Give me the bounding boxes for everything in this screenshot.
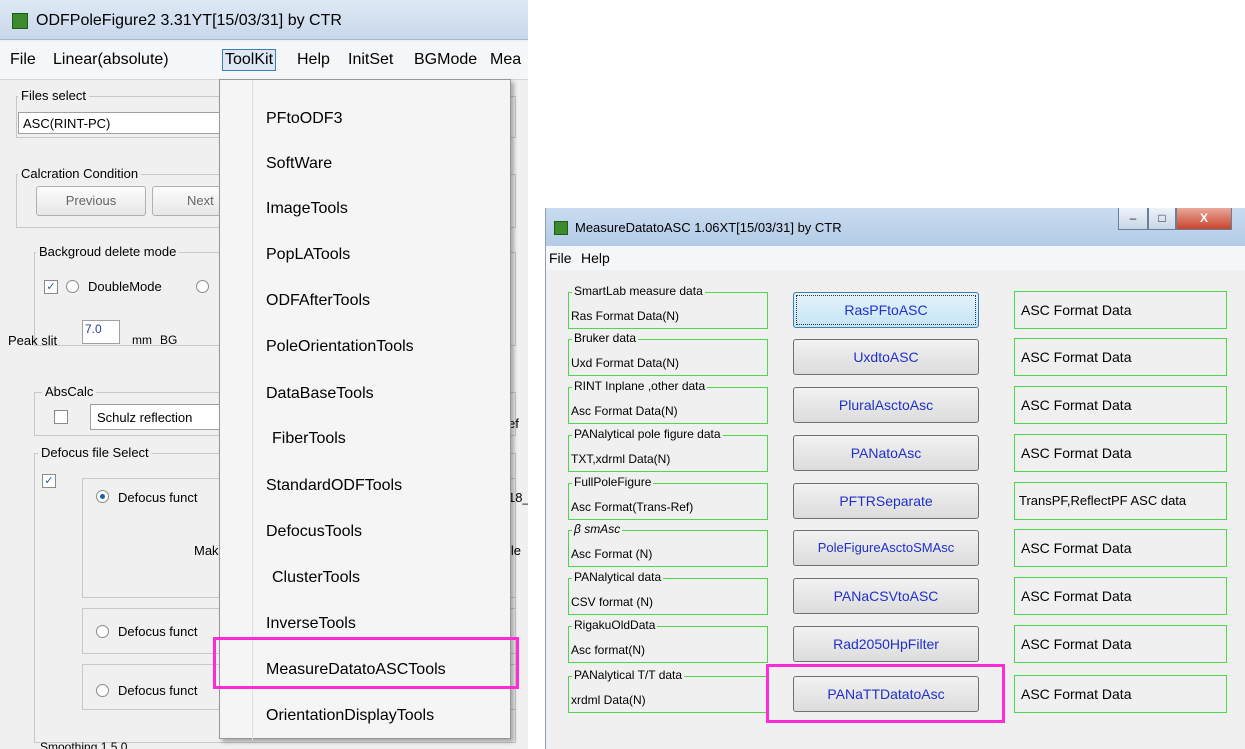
menu-help[interactable]: Help <box>297 51 330 69</box>
abscalc-checkbox[interactable] <box>54 410 68 424</box>
row-group-label: PANalytical pole figure data <box>572 427 723 441</box>
defocus-funct-label-1: Defocus funct <box>118 490 198 505</box>
menu-item-odfaftertools[interactable]: ODFAfterTools <box>266 292 370 310</box>
menu-initset[interactable]: InitSet <box>348 51 393 69</box>
pole-figure-asc-to-smasc-button[interactable]: PoleFigureAsctoSMAsc <box>793 530 979 566</box>
row-group-sub: TXT,xdrml Data(N) <box>571 452 671 466</box>
row-group-label: SmartLab measure data <box>572 284 705 298</box>
row-output-box: ASC Format Data <box>1014 386 1227 424</box>
row-group-sub: Asc Format Data(N) <box>571 404 678 418</box>
defocus-select-label: Defocus file Select <box>38 445 152 460</box>
menu-mea[interactable]: Mea <box>490 51 521 69</box>
pana-to-asc-button[interactable]: PANatoAsc <box>793 435 979 471</box>
row-group-sub: Asc Format (N) <box>571 547 653 561</box>
peak-slit-value: 7.0 <box>85 322 102 336</box>
row-group-label: Bruker data <box>572 331 639 345</box>
menu-item-defocustools[interactable]: DefocusTools <box>266 523 362 541</box>
pftr-separate-button[interactable]: PFTRSeparate <box>793 483 979 519</box>
peak-slit-unit: mm <box>132 333 152 347</box>
menu-item-inversetools[interactable]: InverseTools <box>266 615 356 633</box>
menu-item-poplatools[interactable]: PopLATools <box>266 246 350 264</box>
defocus-funct-label-2: Defocus funct <box>118 624 198 639</box>
defocus-funct-radio-3[interactable] <box>96 684 109 697</box>
defocus-frag-18: 18_ <box>508 490 528 505</box>
menu-item-pftoodf3[interactable]: PFtoODF3 <box>266 110 342 128</box>
files-select-dropdown[interactable]: ASC(RINT-PC) <box>18 112 248 134</box>
window-title: ODFPoleFigure2 3.31YT[15/03/31] by CTR <box>36 12 342 29</box>
schulz-reflection-value: Schulz reflection <box>97 410 193 425</box>
highlight-menu-item-frame <box>213 637 519 689</box>
calc-condition-label: Calcration Condition <box>18 166 142 181</box>
menu-item-databasetools[interactable]: DataBaseTools <box>266 385 374 403</box>
menu-item-software[interactable]: SoftWare <box>266 155 332 173</box>
schulz-reflection-select[interactable]: Schulz reflection <box>90 404 240 430</box>
row-group-label: RigakuOldData <box>572 618 658 632</box>
defocus-funct-label-3: Defocus funct <box>118 683 198 698</box>
row-output-box: ASC Format Data <box>1014 338 1227 376</box>
ras-pf-to-asc-button[interactable]: RasPFtoASC <box>793 292 979 328</box>
double-mode-radio[interactable] <box>66 280 79 293</box>
previous-button[interactable]: Previous <box>36 186 146 216</box>
menu-item-poleorientationtools[interactable]: PoleOrientationTools <box>266 338 414 356</box>
defocus-funct-radio-2[interactable] <box>96 625 109 638</box>
menu-item-orientationdisplaytools[interactable]: OrientationDisplayTools <box>266 707 434 725</box>
row-output-box: TransPF,ReflectPF ASC data <box>1014 482 1227 520</box>
menu-file[interactable]: File <box>10 51 36 69</box>
row-group-sub: Ras Format Data(N) <box>571 309 680 323</box>
menu-bgmode[interactable]: BGMode <box>414 51 477 69</box>
row-group-sub: Asc Format(Trans-Ref) <box>571 500 694 514</box>
bg-delete-label: Backgroud delete mode <box>36 244 180 259</box>
row-group-sub: xrdml Data(N) <box>571 693 646 707</box>
defocus-checkbox[interactable]: ✓ <box>42 474 56 488</box>
double-mode-label: DoubleMode <box>88 279 162 294</box>
menu-bar: File Linear(absolute) ToolKit Help InitS… <box>0 42 528 80</box>
peak-slit-label: Peak slit <box>8 333 58 348</box>
mode-radio-2[interactable] <box>196 280 209 293</box>
row-group-label: RINT Inplane ,other data <box>572 379 708 393</box>
peak-slit-input[interactable]: 7.0 <box>82 320 120 344</box>
menu-item-fibertools[interactable]: FiberTools <box>272 430 346 448</box>
defocus-funct-radio-1[interactable] <box>96 490 109 503</box>
uxd-to-asc-button[interactable]: UxdtoASC <box>793 339 979 375</box>
app-icon <box>12 13 28 29</box>
highlight-button-frame <box>766 664 1005 723</box>
row-group-sub: Uxd Format Data(N) <box>571 356 680 370</box>
title-bar: ODFPoleFigure2 3.31YT[15/03/31] by CTR <box>0 0 528 40</box>
row-group-label: PANalytical data <box>572 570 664 584</box>
row-group-label: PANalytical T/T data <box>572 668 685 682</box>
plural-asc-to-asc-button[interactable]: PluralAsctoAsc <box>793 387 979 423</box>
rad2050-hp-filter-button[interactable]: Rad2050HpFilter <box>793 626 979 662</box>
files-select-label: Files select <box>18 88 90 103</box>
bg-delete-checkbox[interactable]: ✓ <box>44 280 58 294</box>
menu-linear[interactable]: Linear(absolute) <box>53 51 169 69</box>
row-output-box: ASC Format Data <box>1014 529 1227 567</box>
menu-item-standardodftools[interactable]: StandardODFTools <box>266 477 402 495</box>
row-group-label: FullPoleFigure <box>572 475 654 489</box>
menu-item-clustertools[interactable]: ClusterTools <box>272 569 360 587</box>
menu-toolkit[interactable]: ToolKit <box>222 49 277 71</box>
menu-item-imagetools[interactable]: ImageTools <box>266 200 348 218</box>
row-group-sub: CSV format (N) <box>571 595 654 609</box>
row-output-box: ASC Format Data <box>1014 625 1227 663</box>
pana-csv-to-asc-button[interactable]: PANaCSVtoASC <box>793 578 979 614</box>
measure-data-to-asc-window: MeasureDatatoASC 1.06XT[15/03/31] by CTR… <box>545 208 1245 749</box>
row-output-box: ASC Format Data <box>1014 577 1227 615</box>
row-output-box: ASC Format Data <box>1014 291 1227 329</box>
row-group-label: β smAsc <box>572 522 623 536</box>
row-group-sub: Asc format(N) <box>571 643 646 657</box>
abscalc-label: AbsCalc <box>42 384 97 399</box>
row-output-box: ASC Format Data <box>1014 675 1227 713</box>
files-select-value: ASC(RINT-PC) <box>23 116 111 131</box>
mak-label: Mak <box>194 543 219 558</box>
row-output-box: ASC Format Data <box>1014 434 1227 472</box>
bottom-fragment: Smoothing 1.5.0 <box>40 740 128 749</box>
bg-slit-label: BG <box>160 333 178 347</box>
